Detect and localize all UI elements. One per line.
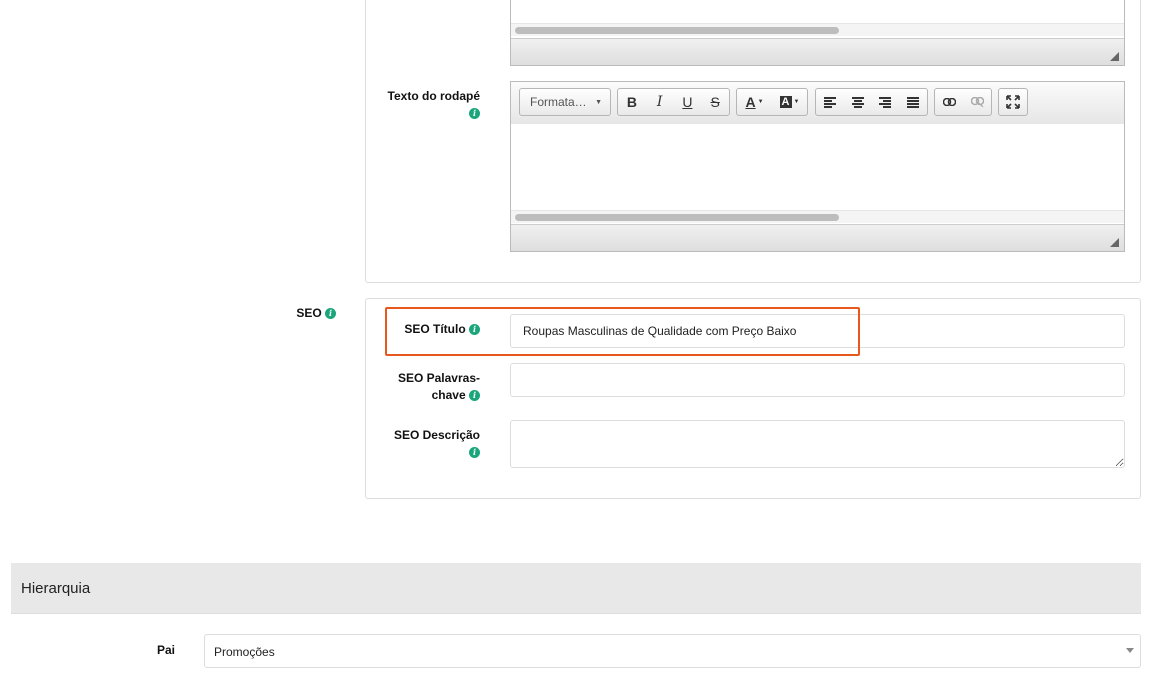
chevron-down-icon: [1126, 648, 1134, 653]
seo-keywords-label: SEO Palavras- chave i: [370, 370, 480, 404]
highlight-box: [385, 307, 860, 356]
maximize-icon[interactable]: [999, 89, 1027, 115]
bold-icon[interactable]: B: [618, 89, 646, 115]
hierarchy-section-header: Hierarquia: [11, 563, 1141, 614]
seo-keywords-label-line1: SEO Palavras-: [397, 371, 480, 385]
seo-keywords-label-line2: chave: [431, 388, 466, 402]
bold-glyph: B: [626, 94, 637, 110]
parent-label: Pai: [100, 642, 175, 659]
underline-glyph: U: [682, 94, 693, 110]
bg-color-glyph: A: [779, 96, 792, 108]
editor-statusbar: [511, 38, 1124, 65]
align-justify-icon[interactable]: [899, 89, 927, 115]
strikethrough-icon[interactable]: S: [701, 89, 729, 115]
text-color-glyph: A: [745, 94, 756, 110]
hierarchy-title: Hierarquia: [21, 580, 91, 597]
strike-glyph: S: [710, 94, 720, 110]
scrollbar-thumb[interactable]: [515, 27, 839, 34]
info-icon[interactable]: i: [325, 308, 336, 320]
color-group: A ▼ A ▼: [736, 88, 808, 116]
resize-grip-icon[interactable]: [1110, 52, 1119, 61]
parent-label-text: Pai: [156, 643, 175, 657]
italic-glyph: I: [656, 94, 663, 110]
info-icon[interactable]: i: [469, 390, 480, 402]
seo-section-label: SEO i: [260, 305, 336, 322]
info-icon[interactable]: i: [469, 108, 480, 120]
editor-statusbar: [511, 224, 1124, 251]
editor-content-area[interactable]: [511, 124, 1124, 209]
alignment-group: [815, 88, 928, 116]
parent-select-value: Promoções: [214, 645, 275, 659]
link-icon[interactable]: [935, 89, 963, 115]
seo-description-textarea[interactable]: [510, 420, 1125, 468]
align-left-icon[interactable]: [816, 89, 844, 115]
parent-select[interactable]: Promoções: [204, 634, 1141, 668]
header-editor: [510, 0, 1125, 66]
editor-toolbar: Formata… ▼ B I U S A ▼ A ▼: [511, 82, 1124, 125]
italic-icon[interactable]: I: [646, 89, 674, 115]
seo-description-label-text: SEO Descrição: [393, 428, 480, 442]
scrollbar-thumb[interactable]: [515, 214, 839, 221]
align-center-icon[interactable]: [844, 89, 872, 115]
unlink-icon[interactable]: [963, 89, 991, 115]
text-style-group: B I U S: [617, 88, 730, 116]
align-right-icon[interactable]: [872, 89, 900, 115]
footer-text-label-text: Texto do rodapé: [387, 89, 480, 103]
seo-keywords-input[interactable]: [510, 363, 1125, 397]
seo-section-label-text: SEO: [296, 306, 322, 320]
footer-text-label: Texto do rodapé i: [370, 88, 480, 122]
format-dropdown[interactable]: Formata… ▼: [519, 88, 611, 116]
text-color-icon[interactable]: A ▼: [737, 89, 772, 115]
background-color-icon[interactable]: A ▼: [772, 89, 807, 115]
info-icon[interactable]: i: [469, 447, 480, 459]
horizontal-scrollbar[interactable]: [511, 210, 1124, 223]
chevron-down-icon: ▼: [595, 98, 602, 106]
footer-editor: Formata… ▼ B I U S A ▼ A ▼: [510, 81, 1125, 252]
resize-grip-icon[interactable]: [1110, 238, 1119, 247]
maximize-group: [998, 88, 1028, 116]
link-group: [934, 88, 992, 116]
underline-icon[interactable]: U: [674, 89, 702, 115]
seo-description-label: SEO Descrição i: [370, 427, 480, 461]
format-dropdown-label: Formata…: [530, 95, 587, 109]
horizontal-scrollbar[interactable]: [511, 23, 1124, 36]
